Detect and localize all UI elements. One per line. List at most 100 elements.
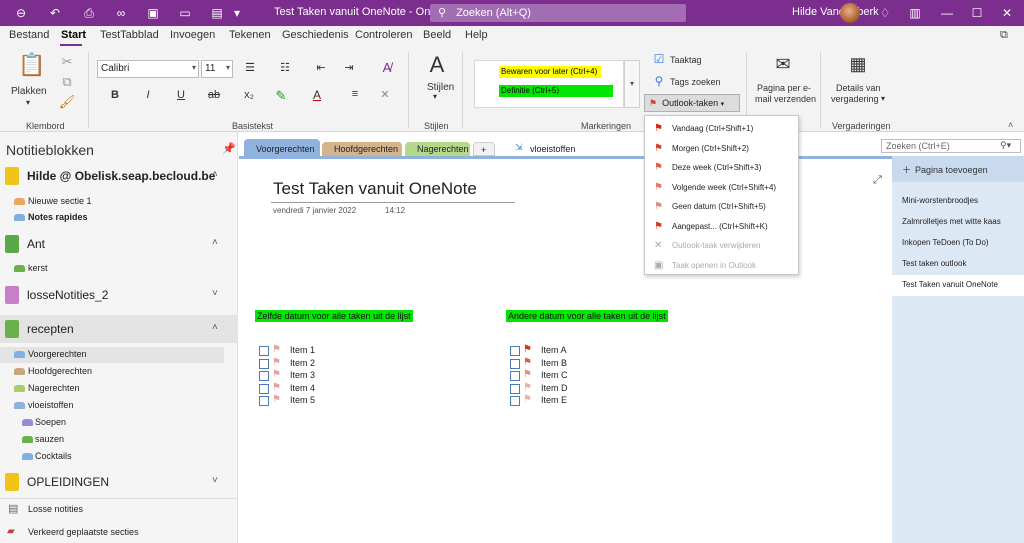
chevron-up-icon[interactable]: ˄ bbox=[212, 169, 218, 180]
expand-icon[interactable]: ⤢ bbox=[873, 174, 882, 187]
decrease-indent-icon[interactable]: ⇤ bbox=[312, 61, 330, 74]
tab-help[interactable]: Help bbox=[465, 29, 488, 41]
tab-hoofdgerechten[interactable]: Hoofdgerechten bbox=[322, 142, 402, 156]
section-nieuwe-sectie[interactable]: Nieuwe sectie 1 bbox=[0, 194, 238, 210]
chevron-down-icon[interactable]: ▾ bbox=[881, 94, 885, 103]
collapse-ribbon-icon[interactable]: ˄ bbox=[1008, 120, 1013, 130]
todo-text[interactable]: Item E bbox=[541, 395, 567, 405]
todo-item[interactable]: ⚑ Item 1 bbox=[259, 344, 339, 357]
tab-beeld[interactable]: Beeld bbox=[423, 29, 451, 41]
scan-icon[interactable]: ▣ bbox=[144, 4, 162, 22]
user-name[interactable]: Hilde Vandenberk bbox=[792, 6, 879, 18]
pin-icon[interactable]: 📌 bbox=[222, 142, 236, 155]
chevron-down-icon[interactable]: ˅ bbox=[212, 475, 218, 486]
todo-item[interactable]: ⚑ Item 4 bbox=[259, 382, 339, 395]
underline-icon[interactable]: U bbox=[172, 89, 190, 101]
losse-notities[interactable]: ▤ Losse notities bbox=[0, 502, 238, 520]
tags-zoeken-button[interactable]: Tags zoeken bbox=[670, 77, 721, 87]
page-item[interactable]: Mini-worstenbroodjes bbox=[892, 191, 1024, 212]
section-sauzen[interactable]: sauzen bbox=[0, 432, 238, 448]
clear-format-icon[interactable]: A̸ bbox=[378, 60, 396, 75]
notebook-lossenotities[interactable]: losseNotities_2 ˅ bbox=[0, 281, 238, 309]
paste-chevron-icon[interactable]: ▾ bbox=[26, 98, 30, 107]
font-color-icon[interactable]: A bbox=[308, 88, 326, 102]
details-line2[interactable]: vergadering bbox=[831, 94, 879, 104]
paste-icon[interactable]: 📋 bbox=[18, 52, 45, 78]
checkbox[interactable] bbox=[259, 371, 269, 382]
bold-icon[interactable]: B bbox=[106, 89, 124, 101]
font-combo[interactable]: Calibri ▾ bbox=[97, 60, 199, 78]
paste-button[interactable]: Plakken bbox=[11, 86, 47, 97]
checkbox[interactable] bbox=[510, 371, 520, 382]
calendar-icon[interactable]: ▦ bbox=[846, 54, 870, 75]
cut-icon[interactable]: ✂ bbox=[58, 54, 76, 70]
section-nagerechten[interactable]: Nagerechten bbox=[0, 381, 238, 397]
section-voorgerechten[interactable]: Voorgerechten bbox=[0, 347, 224, 363]
strikethrough-icon[interactable]: ab bbox=[205, 89, 223, 101]
print-icon[interactable]: ⎙ bbox=[80, 4, 98, 22]
todo-text[interactable]: Item 1 bbox=[290, 345, 315, 355]
customize-icon[interactable]: ▤ bbox=[208, 4, 226, 22]
tab-invoegen[interactable]: Invoegen bbox=[170, 29, 215, 41]
checkbox[interactable] bbox=[510, 396, 520, 407]
tag-bewaren[interactable]: Bewaren voor later (Ctrl+4) bbox=[499, 66, 601, 78]
tab-geschiedenis[interactable]: Geschiedenis bbox=[282, 29, 349, 41]
page-title[interactable]: Test Taken vanuit OneNote bbox=[273, 179, 477, 199]
tab-controleren[interactable]: Controleren bbox=[355, 29, 412, 41]
page-item[interactable]: Inkopen TeDoen (To Do) bbox=[892, 233, 1024, 254]
section-group-vloeistoffen[interactable]: vloeistoffen bbox=[0, 398, 238, 414]
todo-text[interactable]: Item 4 bbox=[290, 383, 315, 393]
format-painter-icon[interactable]: 🖌 bbox=[58, 94, 76, 110]
notebook-ant[interactable]: Ant ˄ bbox=[0, 230, 238, 258]
italic-icon[interactable]: I bbox=[139, 89, 157, 101]
checkbox[interactable] bbox=[259, 358, 269, 369]
checkbox[interactable] bbox=[259, 396, 269, 407]
tags-gallery-more[interactable]: ▾ bbox=[624, 60, 640, 108]
email-line1[interactable]: Pagina per e- bbox=[757, 83, 811, 93]
checkbox[interactable] bbox=[259, 383, 269, 394]
todo-text[interactable]: Item B bbox=[541, 358, 567, 368]
link-icon[interactable]: ∞ bbox=[112, 4, 130, 22]
notebook-opleidingen[interactable]: OPLEIDINGEN ˅ bbox=[0, 468, 238, 496]
restore-icon[interactable]: ▥ bbox=[906, 4, 924, 22]
email-line2[interactable]: mail verzenden bbox=[755, 94, 816, 104]
verkeerd-geplaatst[interactable]: ▰ Verkeerd geplaatste secties bbox=[0, 525, 238, 543]
todo-text[interactable]: Item 5 bbox=[290, 395, 315, 405]
notebook-hilde[interactable]: Hilde @ Obelisk.seap.becloud.be ˄ bbox=[0, 162, 238, 190]
copy-icon[interactable]: ⧉ bbox=[58, 74, 76, 90]
page-item[interactable]: Test taken outlook bbox=[892, 254, 1024, 275]
todo-item[interactable]: ⚑ Item D bbox=[510, 382, 590, 395]
close-icon[interactable]: ✕ bbox=[998, 4, 1016, 22]
bell-icon[interactable]: ♢ bbox=[876, 4, 894, 22]
tab-start[interactable]: Start bbox=[61, 29, 86, 41]
numbering-icon[interactable]: ☷ bbox=[276, 61, 294, 74]
menu-item-1[interactable]: ⚑ Vandaag (Ctrl+Shift+1) bbox=[645, 119, 800, 138]
back-icon[interactable]: ⊖ bbox=[12, 4, 30, 22]
todo-item[interactable]: ⚑ Item A bbox=[510, 344, 590, 357]
chevron-down-icon[interactable]: ˅ bbox=[212, 288, 218, 299]
chevron-down-icon[interactable]: ▾ bbox=[228, 4, 246, 22]
tags-gallery[interactable]: Bewaren voor later (Ctrl+4) Definitie (C… bbox=[474, 60, 624, 108]
checkbox[interactable] bbox=[259, 346, 269, 356]
section-notes-rapides[interactable]: Notes rapides bbox=[0, 210, 238, 226]
tab-vloeistoffen[interactable]: vloeistoffen bbox=[518, 142, 588, 156]
todo-text[interactable]: Item 3 bbox=[290, 370, 315, 380]
search-notes-input[interactable]: Zoeken (Ctrl+E) ⚲▾ bbox=[881, 139, 1021, 153]
email-icon[interactable]: ✉ bbox=[771, 54, 795, 75]
menu-item-4[interactable]: ⚑ Volgende week (Ctrl+Shift+4) bbox=[645, 178, 800, 197]
tab-testtabblad[interactable]: TestTabblad bbox=[100, 29, 159, 41]
styles-icon[interactable]: A bbox=[424, 52, 450, 78]
menu-item-2[interactable]: ⚑ Morgen (Ctrl+Shift+2) bbox=[645, 139, 800, 158]
todo-item[interactable]: ⚑ Item E bbox=[510, 394, 590, 407]
menu-item-6[interactable]: ⚑ Aangepast... (Ctrl+Shift+K) bbox=[645, 217, 800, 236]
undo-icon[interactable]: ↶ bbox=[46, 4, 64, 22]
todo-text[interactable]: Item C bbox=[541, 370, 568, 380]
folder-icon[interactable]: ▭ bbox=[176, 4, 194, 22]
todo-item[interactable]: ⚑ Item 2 bbox=[259, 357, 339, 370]
todo-item[interactable]: ⚑ Item B bbox=[510, 357, 590, 370]
subscript-icon[interactable]: x₂ bbox=[240, 89, 258, 101]
checkbox[interactable] bbox=[510, 358, 520, 369]
taaktag-button[interactable]: Taaktag bbox=[670, 55, 702, 65]
chevron-up-icon[interactable]: ˄ bbox=[212, 237, 218, 248]
details-line1[interactable]: Details van bbox=[836, 83, 881, 93]
